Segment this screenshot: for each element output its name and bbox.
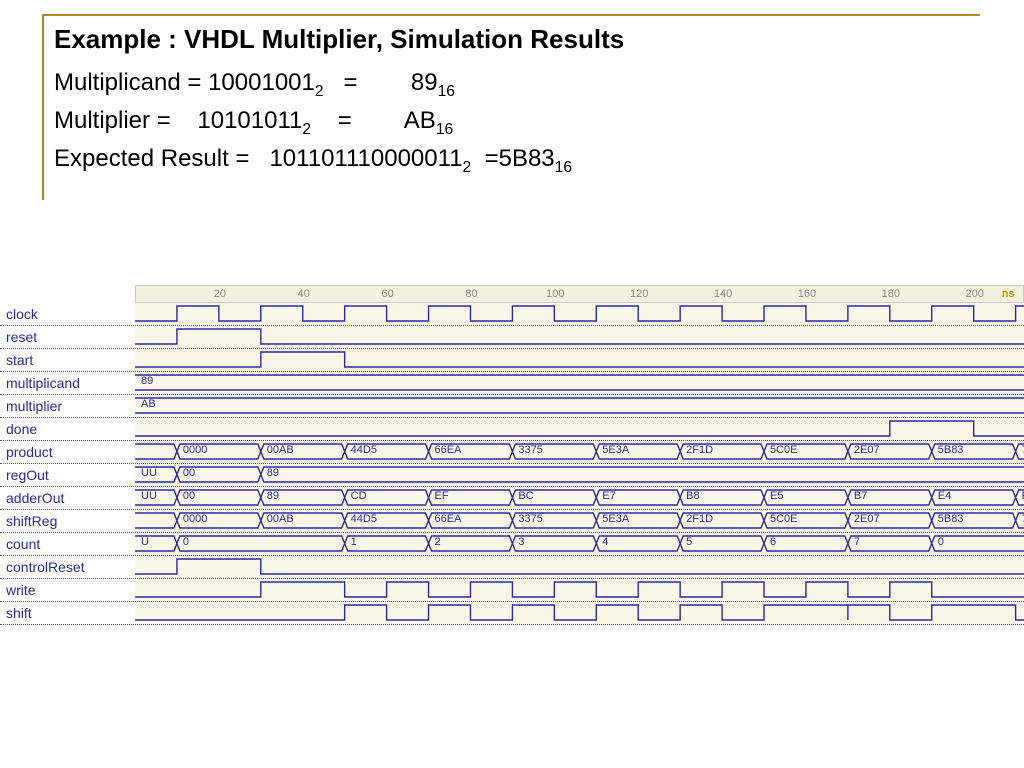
signal-track[interactable]: 000000AB44D566EA33755E3A2F1D5C0E2E075B83… xyxy=(135,441,1024,463)
ruler-tick: 140 xyxy=(714,288,732,300)
multiplier-line: Multiplier = 101010112 = AB16 xyxy=(54,107,970,139)
expected-line: Expected Result = 1011011100000112 =5B83… xyxy=(54,145,970,177)
signal-track[interactable] xyxy=(135,349,1024,371)
signal-track[interactable]: 89 xyxy=(135,372,1024,394)
signal-row-write: write xyxy=(0,579,1024,602)
ruler-unit: ns xyxy=(1002,288,1015,300)
waveform-viewer: 20 40 60 80 100 120 140 160 180 200 ns clock reset s… xyxy=(0,285,1024,607)
ruler-tick: 20 xyxy=(214,288,226,300)
ruler-tick: 100 xyxy=(546,288,564,300)
signal-label: reset xyxy=(6,329,134,345)
signal-row-reset: reset xyxy=(0,326,1024,349)
ruler-tick: 60 xyxy=(381,288,393,300)
signal-row-adderOut: adderOutUU0089CDEFBCE7B8E5B7E4FB xyxy=(0,487,1024,510)
signal-label: start xyxy=(6,352,134,368)
signal-track[interactable]: UU0089CDEFBCE7B8E5B7E4FB xyxy=(135,487,1024,509)
time-ruler: 20 40 60 80 100 120 140 160 180 200 ns xyxy=(135,285,1024,303)
signal-track[interactable]: 000000AB44D566EA33755E3A2F1D5C0E2E075B83… xyxy=(135,510,1024,532)
signal-track[interactable] xyxy=(135,418,1024,440)
signal-label: regOut xyxy=(6,467,134,483)
signal-label: write xyxy=(6,582,134,598)
signal-label: multiplier xyxy=(6,398,134,414)
ruler-tick: 180 xyxy=(882,288,900,300)
signal-row-done: done xyxy=(0,418,1024,441)
signal-label: multiplicand xyxy=(6,375,134,391)
signal-track[interactable]: UU0089 xyxy=(135,464,1024,486)
signal-track[interactable] xyxy=(135,579,1024,601)
ruler-tick: 160 xyxy=(798,288,816,300)
signal-label: shift xyxy=(6,605,134,621)
ruler-tick: 120 xyxy=(630,288,648,300)
ruler-tick: 80 xyxy=(465,288,477,300)
header-frame: Example : VHDL Multiplier, Simulation Re… xyxy=(42,14,980,200)
signal-row-shiftReg: shiftReg000000AB44D566EA33755E3A2F1D5C0E… xyxy=(0,510,1024,533)
signal-label: clock xyxy=(6,306,134,322)
signal-track[interactable] xyxy=(135,602,1024,624)
signal-row-count: countU012345670 xyxy=(0,533,1024,556)
signal-label: controlReset xyxy=(6,559,134,575)
signal-label: count xyxy=(6,536,134,552)
signal-label: product xyxy=(6,444,134,460)
signal-track[interactable] xyxy=(135,556,1024,578)
signal-row-shift: shift xyxy=(0,602,1024,625)
ruler-tick: 200 xyxy=(965,288,983,300)
signal-track[interactable]: AB xyxy=(135,395,1024,417)
signal-row-clock: clock xyxy=(0,303,1024,326)
page-title: Example : VHDL Multiplier, Simulation Re… xyxy=(54,24,970,55)
signal-label: adderOut xyxy=(6,490,134,506)
signal-row-product: product000000AB44D566EA33755E3A2F1D5C0E2… xyxy=(0,441,1024,464)
signal-track[interactable] xyxy=(135,303,1024,325)
ruler-tick: 40 xyxy=(298,288,310,300)
signal-track[interactable] xyxy=(135,326,1024,348)
signal-row-controlReset: controlReset xyxy=(0,556,1024,579)
multiplicand-line: Multiplicand = 100010012 = 8916 xyxy=(54,69,970,101)
signal-row-multiplicand: multiplicand89 xyxy=(0,372,1024,395)
signal-label: done xyxy=(6,421,134,437)
signal-row-regOut: regOutUU0089 xyxy=(0,464,1024,487)
signal-row-start: start xyxy=(0,349,1024,372)
signal-label: shiftReg xyxy=(6,513,134,529)
signal-track[interactable]: U012345670 xyxy=(135,533,1024,555)
signal-row-multiplier: multiplierAB xyxy=(0,395,1024,418)
